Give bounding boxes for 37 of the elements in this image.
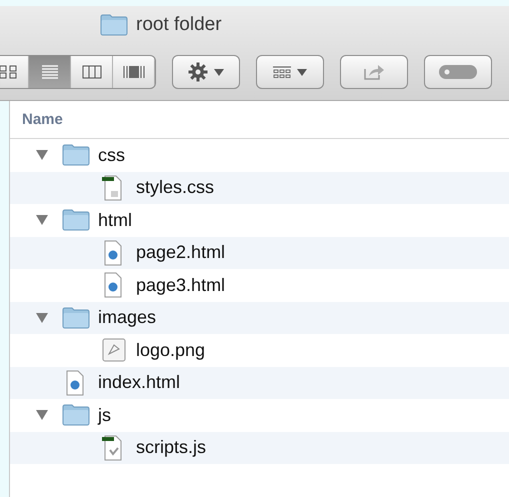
share-button[interactable] [340, 55, 408, 89]
share-icon [363, 63, 385, 81]
grid-icon [273, 66, 291, 78]
image-file-icon [102, 337, 126, 364]
icon-view-icon [0, 65, 16, 79]
view-mode-segment[interactable] [29, 56, 71, 88]
arrange-button[interactable] [256, 55, 324, 89]
tag-button[interactable] [424, 55, 492, 89]
action-button[interactable] [172, 55, 240, 89]
file-name[interactable]: scripts.js [136, 437, 206, 458]
file-name[interactable]: styles.css [136, 177, 214, 198]
file-name[interactable]: index.html [98, 372, 180, 394]
folder-icon [62, 306, 90, 329]
disclosure-triangle-icon[interactable] [35, 214, 49, 226]
toggle-icon [438, 64, 478, 80]
folder-icon [62, 209, 90, 232]
folder-name[interactable]: js [98, 404, 111, 426]
file-name[interactable]: page2.html [136, 242, 226, 264]
folder-name[interactable]: images [98, 307, 156, 328]
window-title: root folder [136, 14, 222, 36]
caret-icon [214, 68, 224, 76]
cover-flow-view-icon [122, 65, 144, 79]
folder-name[interactable]: css [98, 144, 125, 166]
file-name[interactable]: logo.png [136, 340, 206, 361]
folder-name[interactable]: html [98, 210, 132, 231]
list-view-icon [40, 65, 58, 79]
view-mode-control[interactable] [0, 55, 156, 89]
folder-icon [62, 144, 90, 166]
file-name[interactable]: page3.html [136, 274, 226, 296]
name-column-header[interactable]: Name [22, 111, 63, 128]
disclosure-triangle-icon[interactable] [35, 149, 49, 162]
folder-icon [62, 404, 90, 426]
folder-icon [100, 14, 128, 36]
disclosure-triangle-icon[interactable] [35, 409, 49, 422]
disclosure-triangle-icon[interactable] [35, 312, 49, 324]
caret-icon [297, 68, 307, 76]
columns-view-icon [82, 65, 102, 79]
